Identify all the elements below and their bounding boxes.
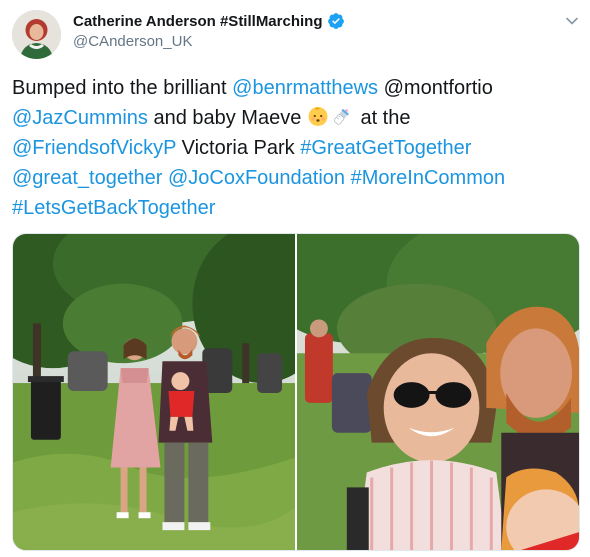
mention-link-great-together[interactable]: @great_together: [12, 167, 162, 189]
mention-link-jocoxfoundation[interactable]: @JoCoxFoundation: [168, 167, 345, 189]
tweet-text: Bumped into the brilliant @benrmatthews …: [12, 73, 580, 223]
park-selfie-photo[interactable]: [297, 234, 579, 550]
tweet-text-segment: and baby Maeve: [147, 107, 307, 129]
mention-link-benrmatthews[interactable]: @benrmatthews: [232, 77, 378, 99]
tweet-text-segment: Bumped into the brilliant: [12, 77, 233, 99]
tweet-media: [12, 233, 580, 551]
chevron-down-icon[interactable]: [563, 12, 581, 30]
author-handle[interactable]: @CAnderson_UK: [73, 33, 192, 50]
baby-bottle-icon: [331, 105, 353, 127]
tweet-text-segment: @montfortio: [378, 77, 493, 99]
hashtag-link-letsgetbacktogether[interactable]: #LetsGetBackTogether: [12, 197, 215, 219]
verified-badge-icon: [327, 12, 345, 30]
park-group-photo[interactable]: [13, 234, 295, 550]
baby-face-icon: [307, 105, 329, 127]
mention-link-friendsofvickyp[interactable]: @FriendsofVickyP: [12, 137, 176, 159]
hashtag-link-greatgettogether[interactable]: #GreatGetTogether: [300, 137, 471, 159]
avatar[interactable]: [12, 10, 61, 59]
hashtag-link-moreincommon[interactable]: #MoreInCommon: [351, 167, 506, 189]
mention-link-jazcummins[interactable]: @JazCummins: [12, 107, 148, 129]
author-display-name[interactable]: Catherine Anderson #StillMarching: [73, 13, 323, 30]
tweet-text-segment: at the: [354, 107, 411, 129]
tweet-text-segment: Victoria Park: [176, 137, 301, 159]
